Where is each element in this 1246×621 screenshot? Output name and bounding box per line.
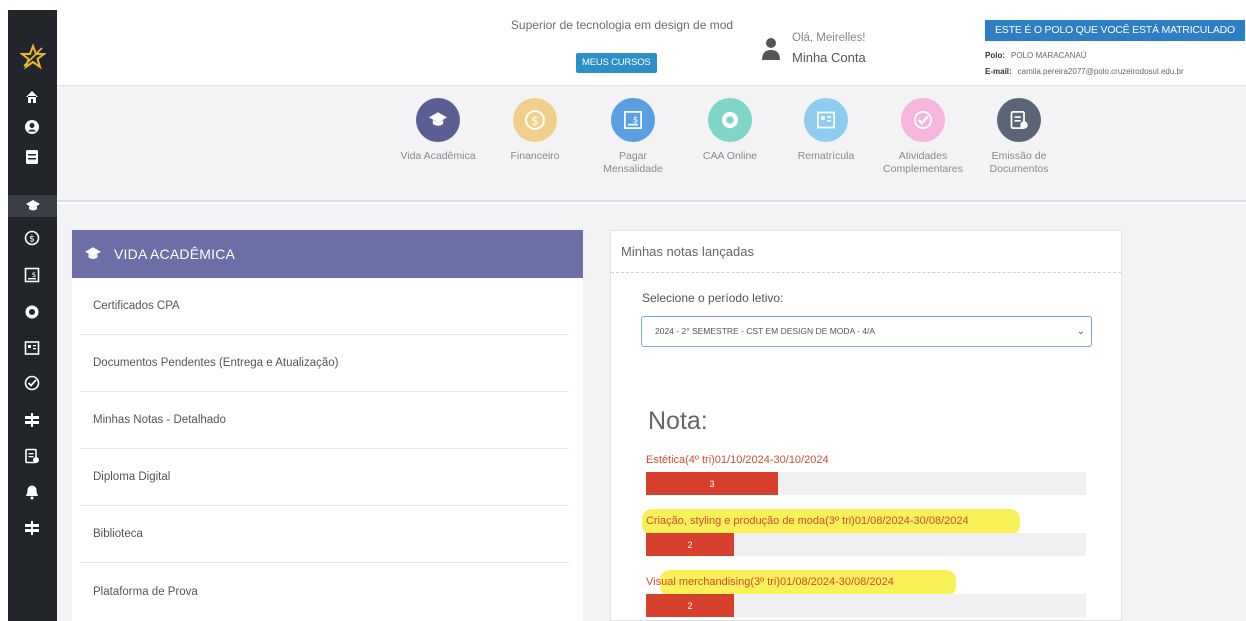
link-certificados-cpa[interactable]: Certificados CPA [80, 278, 569, 335]
grade-label: Visual merchandising(3º tri)01/08/2024-3… [646, 570, 1086, 596]
user-avatar-icon[interactable] [761, 36, 781, 62]
coin-icon: $ [513, 98, 557, 142]
menu-label: Rematrícula [797, 150, 855, 162]
notas-title: Minhas notas lançadas [611, 231, 1121, 273]
polo-value: POLO MARACANAÚ [1011, 51, 1087, 60]
link-diploma-digital[interactable]: Diploma Digital [80, 449, 569, 506]
document-icon [997, 98, 1041, 142]
menu-atividades-complementares[interactable]: Atividades Complementares [878, 98, 968, 176]
menu-label: Vida Acadêmica [400, 150, 476, 162]
grade-fill: 3 [646, 472, 778, 495]
support-icon[interactable] [22, 302, 42, 322]
grade-item: Criação, styling e produção de moda(3º t… [642, 509, 1086, 556]
email-line: E-mail: camila.pereira2077@polo.cruzeirod… [985, 67, 1184, 76]
graduation-cap-icon [416, 98, 460, 142]
invoice-icon: $ [611, 98, 655, 142]
chevron-down-icon: ⌄ [1076, 326, 1085, 337]
star-logo-icon[interactable] [20, 44, 46, 70]
document-icon[interactable] [22, 446, 42, 466]
menu-vida-academica[interactable]: Vida Acadêmica [393, 98, 483, 163]
menu-label: Pagar Mensalidade [603, 150, 663, 175]
check-circle-icon[interactable] [22, 373, 42, 393]
link-documentos-pendentes[interactable]: Documentos Pendentes (Entrega e Atualiza… [80, 335, 569, 392]
grade-item: Estética(4º tri)01/10/2024-30/10/2024 3 [646, 454, 1086, 495]
panel-title: VIDA ACADÊMICA [114, 246, 236, 262]
grade-fill: 2 [646, 533, 734, 556]
grade-label-text: Estética(4º tri)01/10/2024-30/10/2024 [646, 454, 829, 466]
menu-label: Emissão de Documentos [989, 150, 1049, 175]
menu-label: Atividades Complementares [883, 150, 963, 175]
check-circle-icon [901, 98, 945, 142]
book-icon[interactable] [22, 147, 42, 167]
grade-label: Estética(4º tri)01/10/2024-30/10/2024 [646, 454, 1086, 466]
signpost-icon[interactable] [22, 410, 42, 430]
grade-value: 3 [709, 478, 715, 489]
user-greeting: Olá, Meirelles! [792, 32, 866, 44]
id-card-icon[interactable] [22, 338, 42, 358]
polo-banner: ESTE É O POLO QUE VOCÊ ESTÁ MATRICULADO [985, 20, 1245, 41]
sidebar: $ $ [8, 10, 57, 621]
grade-value: 2 [687, 600, 693, 611]
email-label: E-mail: [985, 67, 1012, 76]
periodo-label: Selecione o período letivo: [642, 291, 784, 305]
svg-text:$: $ [32, 271, 36, 279]
support-icon [708, 98, 752, 142]
menu-label: CAA Online [702, 150, 758, 162]
periodo-select[interactable]: 2024 - 2° SEMESTRE - CST EM DESIGN DE MO… [641, 316, 1092, 347]
coin-icon[interactable]: $ [22, 228, 42, 248]
nota-heading: Nota: [648, 407, 708, 435]
graduation-cap-icon[interactable] [8, 195, 57, 217]
panel-header: VIDA ACADÊMICA [72, 230, 583, 278]
grade-fill: 2 [646, 594, 734, 617]
minha-conta-link[interactable]: Minha Conta [792, 50, 866, 65]
menu-financeiro[interactable]: $ Financeiro [490, 98, 580, 163]
grade-track: 2 [646, 594, 1086, 617]
menu-emissao-documentos[interactable]: Emissão de Documentos [974, 98, 1064, 176]
grade-label: Criação, styling e produção de moda(3º t… [642, 509, 1086, 535]
link-minhas-notas[interactable]: Minhas Notas - Detalhado [80, 392, 569, 449]
invoice-icon[interactable]: $ [22, 265, 42, 285]
link-biblioteca[interactable]: Biblioteca [80, 506, 569, 563]
polo-info: ESTE É O POLO QUE VOCÊ ESTÁ MATRICULADO … [985, 20, 1245, 80]
bell-icon[interactable] [22, 482, 42, 502]
grade-track: 3 [646, 472, 1086, 495]
home-icon[interactable] [22, 87, 42, 107]
menu-caa-online[interactable]: CAA Online [685, 98, 775, 163]
grade-label-text: Criação, styling e produção de moda(3º t… [646, 515, 969, 527]
grade-value: 2 [687, 539, 693, 550]
svg-text:$: $ [531, 114, 539, 128]
course-name: Superior de tecnologia em design de mod [510, 18, 734, 32]
menu-rematricula[interactable]: Rematrícula [781, 98, 871, 163]
grade-track: 2 [646, 533, 1086, 556]
user-icon[interactable] [22, 117, 42, 137]
notas-panel: Minhas notas lançadas Selecione o períod… [610, 230, 1122, 621]
menu-pagar-mensalidade[interactable]: $ Pagar Mensalidade [588, 98, 678, 176]
svg-text:$: $ [29, 235, 35, 245]
signpost-icon[interactable] [22, 518, 42, 538]
app-window: $ $ Superior de tecnologia em design de … [0, 0, 1246, 621]
id-card-icon [804, 98, 848, 142]
window-edge [0, 0, 8, 621]
graduation-cap-icon [85, 247, 101, 260]
vida-academica-panel: VIDA ACADÊMICA Certificados CPA Document… [72, 230, 583, 621]
grade-label-text: Visual merchandising(3º tri)01/08/2024-3… [646, 576, 894, 588]
main-menu: Vida Acadêmica $ Financeiro $ Pagar Mens… [57, 86, 1246, 202]
periodo-selected-value: 2024 - 2° SEMESTRE - CST EM DESIGN DE MO… [655, 326, 876, 336]
menu-label: Financeiro [510, 150, 560, 162]
email-value: camila.pereira2077@polo.cruzeirodosul.ed… [1017, 67, 1184, 76]
grade-item: Visual merchandising(3º tri)01/08/2024-3… [646, 570, 1086, 617]
main-content: VIDA ACADÊMICA Certificados CPA Document… [57, 204, 1246, 621]
polo-line: Polo: POLO MARACANAÚ [985, 51, 1087, 60]
header: Superior de tecnologia em design de mod … [57, 10, 1246, 86]
polo-label: Polo: [985, 51, 1005, 60]
link-plataforma-prova[interactable]: Plataforma de Prova [80, 563, 569, 620]
meus-cursos-button[interactable]: MEUS CURSOS [576, 53, 657, 73]
